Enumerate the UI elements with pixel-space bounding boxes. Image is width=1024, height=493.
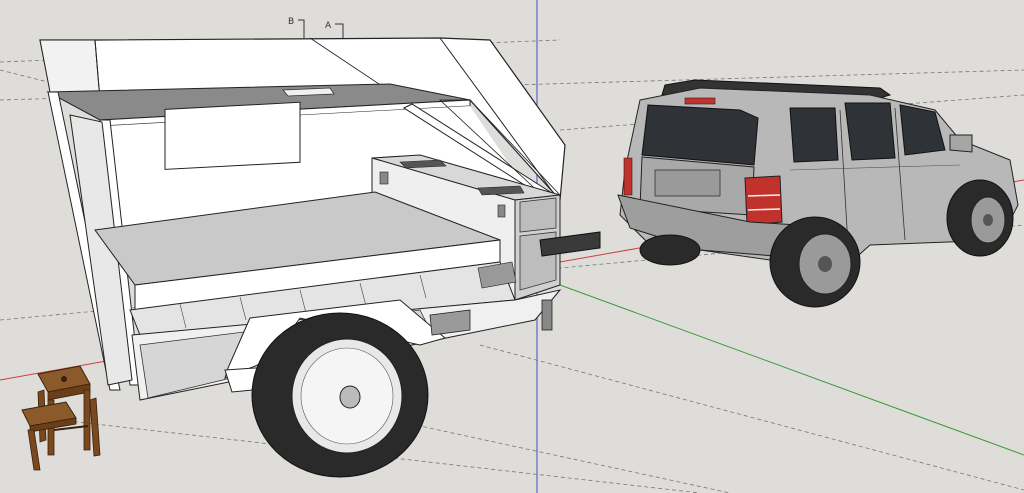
trailer-wheel[interactable] bbox=[251, 312, 429, 478]
third-brake-light bbox=[684, 97, 716, 105]
tent-window bbox=[164, 101, 301, 170]
taillight bbox=[744, 175, 783, 226]
side-window-3 bbox=[899, 104, 946, 156]
3d-model-canvas[interactable]: B A bbox=[0, 0, 1024, 493]
step-stool[interactable] bbox=[21, 365, 101, 471]
wheel-hub-cap bbox=[339, 385, 361, 409]
section-mark-b: B bbox=[288, 17, 294, 27]
guide-line-5 bbox=[479, 344, 1024, 491]
jockey-leg bbox=[541, 299, 553, 331]
side-window-1 bbox=[789, 107, 839, 163]
sketchup-viewport[interactable]: B A bbox=[0, 0, 1024, 493]
side-mirror bbox=[949, 134, 973, 153]
section-marks[interactable]: B A bbox=[288, 17, 344, 38]
suv-front-wheel bbox=[946, 179, 1014, 257]
licence-plate bbox=[654, 169, 721, 197]
suv-rear-wheel bbox=[769, 216, 861, 308]
suv[interactable] bbox=[617, 79, 1019, 308]
side-window-2 bbox=[844, 102, 896, 161]
suv-left-rear-tyre bbox=[639, 234, 701, 266]
section-mark-a: A bbox=[325, 21, 332, 31]
rear-window bbox=[641, 104, 759, 166]
camper-trailer[interactable] bbox=[39, 37, 601, 478]
green-axis bbox=[559, 284, 1024, 456]
